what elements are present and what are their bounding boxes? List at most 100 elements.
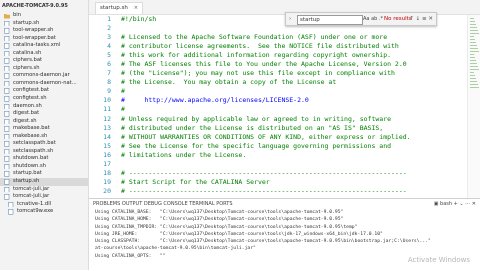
sidebar-item[interactable]: startup.bat [0,170,88,178]
line-number: 12 [103,114,111,123]
code-line[interactable]: 12 # Unless required by applicable law or… [89,115,480,124]
explorer-title[interactable]: APACHE-TOMCAT-9.0.95 [0,0,88,12]
sidebar-item[interactable]: configtest.bat [0,87,88,95]
sidebar-item[interactable]: daemon.sh [0,103,88,111]
file-icon [4,171,10,178]
close-icon[interactable]: × [134,5,139,11]
code-text: # the License. You may obtain a copy of … [121,78,337,87]
file-icon [4,73,10,79]
sidebar-item[interactable]: configtest.sh [0,95,88,103]
line-number: 16 [103,150,111,159]
code-text: #!/bin/sh [121,15,157,23]
code-line[interactable]: 4 # contributor license agreements. See t… [89,42,480,51]
minimap-line [470,78,476,79]
sidebar-item-label: digest.sh [13,117,37,124]
sidebar-item-label: commons-daemon-nat... [13,79,77,86]
file-icon [4,133,10,140]
sidebar-item[interactable]: shutdown.sh [0,163,88,171]
code-line[interactable]: 18 # ------------------------------------… [89,169,480,178]
line-number: 8 [107,78,111,87]
code-line[interactable]: 8 # the License. You may obtain a copy of… [89,78,480,87]
minimap-line [470,72,474,73]
code-line[interactable]: 7 # (the "License"); you may not use this… [89,69,480,78]
minimap-line [470,42,476,43]
tab-startup-sh[interactable]: startup.sh × [95,2,144,14]
toggle-replace-icon[interactable]: › [289,13,291,25]
sidebar-item[interactable]: makebase.sh [0,133,88,141]
find-nav-buttons[interactable]: ↑ ↓ ≡ ✕ [409,13,433,25]
file-icon [4,96,10,102]
sidebar-item[interactable]: tomcat-juli.jar [0,186,88,194]
line-number: 19 [103,177,111,186]
sidebar-item[interactable]: commons-daemon-nat... [0,80,88,88]
sidebar-item-label: configtest.bat [13,87,49,94]
line-number: 9 [107,87,111,96]
sidebar-item-label: tomcat-juli.jar [13,193,50,200]
code-line[interactable]: 16 # limitations under the License. [89,151,480,160]
sidebar-item[interactable]: tomcat9w.exe [0,208,88,216]
code-line[interactable]: 10 # http://www.apache.org/licenses/LICEN… [89,96,480,105]
code-editor[interactable]: 1 #!/bin/sh 2 3 # Licensed to the Apache Sof… [89,15,480,198]
code-text: # [121,105,125,114]
sidebar-item[interactable]: digest.bat [0,110,88,118]
code-line[interactable]: 6 # The ASF licenses this file to You und… [89,60,480,69]
find-input[interactable] [297,15,363,25]
sidebar-item[interactable]: startup.sh [0,20,88,28]
sidebar-item-label: ciphers.bat [13,57,43,64]
code-line[interactable]: 20 # ------------------------------------… [89,187,480,196]
sidebar-item[interactable]: ciphers.bat [0,57,88,65]
code-line[interactable]: 17 [89,160,480,169]
code-text: # this work for additional information r… [121,51,392,60]
code-line[interactable]: 11 # [89,105,480,114]
code-line[interactable]: 14 # WITHOUT WARRANTIES OR CONDITIONS OF … [89,133,480,142]
tab-label: startup.sh [100,5,128,11]
sidebar-item[interactable]: setclasspath.sh [0,148,88,156]
sidebar-item[interactable]: digest.sh [0,118,88,126]
sidebar-item[interactable]: ciphers.sh [0,65,88,73]
file-icon [4,28,10,34]
sidebar-item[interactable]: commons-daemon.jar [0,72,88,80]
minimap-line [470,27,477,28]
sidebar-item[interactable]: tcnative-1.dll [0,201,88,209]
code-line[interactable]: 13 # distributed under the License is dis… [89,124,480,133]
line-number: 5 [107,51,111,60]
sidebar-item-label: tool-wrapper.bat [13,34,56,41]
sidebar-item-label: startup.sh [13,19,40,26]
sidebar-item[interactable]: makebase.bat [0,125,88,133]
sidebar-item[interactable]: tomcat-juli.jar [0,193,88,201]
sidebar-item[interactable]: catalina-tasks.xml [0,42,88,50]
sidebar-item-label: commons-daemon.jar [13,72,70,79]
sidebar-item-label: daemon.sh [13,102,42,109]
code-line[interactable]: 9 # [89,87,480,96]
sidebar-item[interactable]: catalina.sh [0,50,88,58]
code-line[interactable]: 5 # this work for additional information … [89,51,480,60]
line-number: 20 [103,186,111,195]
minimap-line [470,66,478,67]
minimap-line [470,24,476,25]
minimap-line [470,48,478,49]
code-line[interactable]: 15 # See the License for the specific lan… [89,142,480,151]
sidebar-item[interactable]: shutdown.bat [0,155,88,163]
terminal-line: Using CATALINA_HOME: "C:\Users\wq137\Des… [95,217,344,223]
sidebar-item[interactable]: startup.sh [0,178,88,186]
panel-tab-labels[interactable]: PROBLEMS OUTPUT DEBUG CONSOLE TERMINAL P… [93,201,233,207]
file-icon [4,111,10,117]
code-line[interactable]: 19 # Start Script for the CATALINA Server [89,178,480,187]
file-icon [4,50,10,57]
license-link[interactable]: # http://www.apache.org/licenses/LICENSE… [121,96,309,105]
terminal-line: at-course\tools\apache-tomcat-9.0.95\bin… [95,246,256,252]
panel-tabs[interactable]: PROBLEMS OUTPUT DEBUG CONSOLE TERMINAL P… [89,199,480,209]
file-icon [4,65,10,72]
code-text: # limitations under the License. [121,150,247,159]
terminal-output[interactable]: Using CATALINA_BASE: "C:\Users\wq137\Des… [89,209,480,260]
find-options[interactable]: Aa ab .* [363,13,383,25]
sidebar-item[interactable]: tool-wrapper.bat [0,35,88,43]
code-line[interactable]: 3 # Licensed to the Apache Software Found… [89,33,480,42]
sidebar-item[interactable]: bin [0,12,88,20]
minimap[interactable] [467,15,480,198]
panel-actions[interactable]: ▣ bash + ⌄ ⋯ ✕ [434,199,476,209]
sidebar-item[interactable]: setclasspath.bat [0,140,88,148]
file-icon [4,35,10,42]
sidebar-item[interactable]: tool-wrapper.sh [0,27,88,35]
line-number: 11 [103,105,111,114]
